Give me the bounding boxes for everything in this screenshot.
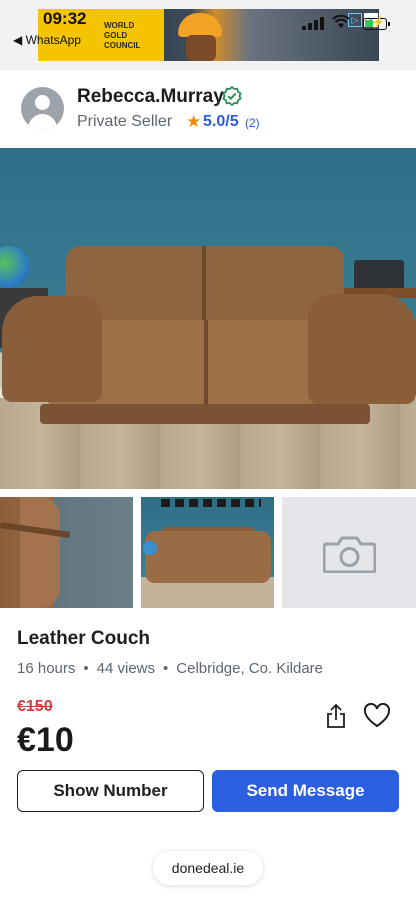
ad-line-3: COUNCIL (104, 41, 141, 50)
listing-views: 44 views (96, 660, 155, 677)
camera-icon (322, 535, 377, 574)
seller-name[interactable]: Rebecca.Murray (77, 86, 224, 108)
seller-header[interactable]: Rebecca.Murray Private Seller ★ 5.0/5 (2… (0, 70, 416, 148)
thumbnail-more-photos[interactable] (282, 497, 416, 608)
rating-count[interactable]: (2) (245, 116, 260, 130)
back-to-app-link[interactable]: ◀ WhatsApp (13, 33, 81, 47)
send-message-button[interactable]: Send Message (212, 770, 399, 812)
ad-info-icon[interactable]: ▷ (348, 13, 362, 27)
seller-rating[interactable]: 5.0/5 (203, 113, 239, 131)
ad-logo: WORLD GOLD COUNCIL (98, 9, 164, 61)
old-price: €150 (17, 698, 53, 715)
seller-type: Private Seller (77, 113, 173, 130)
listing-meta: 16 hours • 44 views • Celbridge, Co. Kildare (17, 660, 324, 677)
price: €10 (17, 721, 74, 759)
charging-icon: ⚡ (371, 17, 385, 29)
ad-banner[interactable]: WORLD GOLD COUNCIL ▷ × (38, 9, 379, 61)
verified-check-icon (222, 85, 242, 107)
sofa-backrest (66, 246, 344, 324)
browser-url-pill[interactable]: donedeal.ie (153, 851, 263, 885)
show-number-button[interactable]: Show Number (17, 770, 204, 812)
share-icon[interactable] (324, 703, 348, 729)
ad-person-image (186, 35, 216, 61)
ad-line-2: GOLD (104, 31, 128, 40)
thumbnail-2[interactable] (141, 497, 274, 608)
ad-line-1: WORLD (104, 21, 135, 30)
star-icon: ★ (186, 112, 202, 131)
thumbnail-1[interactable] (0, 497, 133, 608)
favorite-heart-icon[interactable] (363, 702, 391, 729)
listing-age: 16 hours (17, 660, 76, 677)
wifi-icon (332, 14, 350, 32)
clock: 09:32 (43, 9, 87, 28)
avatar[interactable] (21, 87, 64, 130)
main-photo[interactable] (0, 148, 416, 489)
ad-helmet-image (178, 13, 222, 37)
signal-icon (302, 16, 324, 30)
globe-decoration (0, 246, 30, 288)
status-bar: WORLD GOLD COUNCIL ▷ × 09:32 ◀ WhatsApp … (0, 0, 416, 70)
listing-title: Leather Couch (17, 628, 151, 649)
listing-location: Celbridge, Co. Kildare (176, 660, 324, 677)
